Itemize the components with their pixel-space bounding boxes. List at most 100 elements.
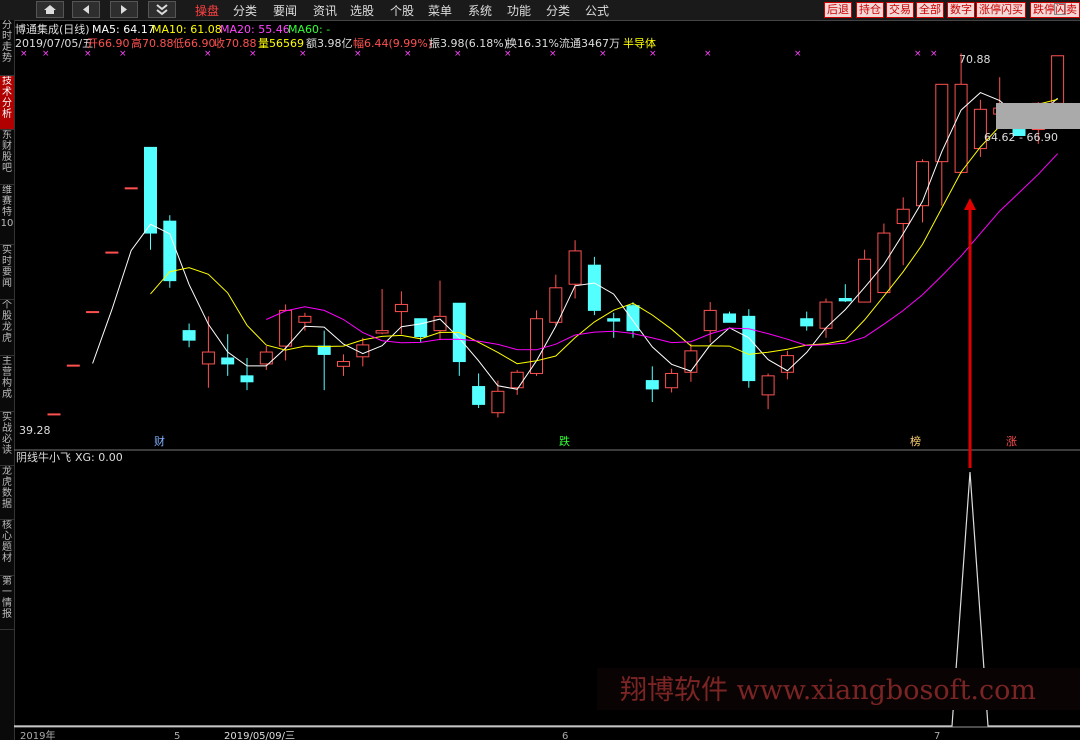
toolbar-button-3[interactable]: 全部	[916, 2, 944, 18]
signal-mark-3: ×	[119, 49, 127, 59]
candle-body	[279, 309, 293, 347]
candle-body	[317, 345, 331, 355]
candle-body	[105, 251, 119, 254]
menu-item-7[interactable]: 系统	[468, 2, 492, 19]
event-marker-1: 跌	[559, 434, 570, 448]
toolbar-button-1[interactable]: 持仓	[856, 2, 884, 18]
signal-mark-16: ×	[914, 49, 922, 59]
watermark-text: 翔博软件 www.xiangbosoft.com	[620, 675, 1036, 706]
toolbar-button-4[interactable]: 数字	[947, 2, 975, 18]
home-icon[interactable]	[36, 1, 64, 18]
left-nav-item-3[interactable]: 维赛特10	[0, 185, 14, 245]
signal-mark-8: ×	[404, 49, 412, 59]
candle-body	[607, 318, 621, 322]
axis-label-3: 6	[562, 731, 568, 740]
event-marker-0: 财	[154, 434, 165, 448]
left-sidebar: 分时走势 技术分析 东财股吧 维赛特10 实时要闻 个股龙虎 主营构成 实战必读 龙虎数据 核心题…	[0, 20, 15, 740]
candle-body	[838, 297, 852, 302]
candle-body	[587, 264, 601, 311]
signal-mark-7: ×	[354, 49, 362, 59]
event-marker-2: 榜	[910, 434, 921, 448]
candle-body	[665, 372, 679, 389]
menu-item-4[interactable]: 选股	[350, 2, 374, 19]
header-sector: 半导体	[623, 36, 656, 50]
left-nav-item-6[interactable]: 主营构成	[0, 356, 14, 412]
toolbar-button-5[interactable]: 涨停闪买	[976, 2, 1026, 18]
signal-mark-1: ×	[42, 49, 50, 59]
candle-body	[124, 187, 138, 190]
header-name: 博通集成(日线)	[15, 22, 90, 36]
forward-arrow-icon[interactable]	[110, 1, 138, 18]
candle-body	[877, 232, 891, 294]
menu-item-1[interactable]: 分类	[233, 2, 257, 19]
double-chevron-down-icon[interactable]	[148, 1, 176, 18]
candle-body	[568, 250, 582, 285]
candle-body	[916, 161, 929, 207]
left-nav-item-8[interactable]: 龙虎数据	[0, 466, 14, 520]
toolbar-button-0[interactable]: 后退	[824, 2, 852, 18]
toolbar-button-2[interactable]: 交易	[886, 2, 914, 18]
candle-body	[298, 315, 312, 323]
menu-item-5[interactable]: 个股	[390, 2, 414, 19]
menu-item-9[interactable]: 分类	[546, 2, 570, 19]
candle-body	[703, 309, 717, 332]
left-nav-item-5[interactable]: 个股龙虎	[0, 300, 14, 356]
menu-item-0[interactable]: 操盘	[195, 2, 219, 19]
signal-mark-10: ×	[504, 49, 512, 59]
header-range: 幅6.44(9.99%)	[353, 37, 432, 50]
candle-body	[684, 350, 698, 373]
header-close: 收70.88	[214, 36, 257, 50]
kline-chart[interactable]: 博通集成(日线) MA5: 64.17 MA10: 61.08 MA20: 55…	[14, 20, 1080, 740]
left-nav-item-4[interactable]: 实时要闻	[0, 245, 14, 300]
header-ma5: MA5: 64.17	[92, 23, 155, 36]
left-nav-item-7[interactable]: 实战必读	[0, 412, 14, 466]
candle-body	[144, 146, 157, 234]
left-nav-item-2[interactable]: 东财股吧	[0, 130, 14, 185]
signal-mark-5: ×	[249, 49, 257, 59]
header-high: 高70.88	[131, 36, 174, 50]
signal-mark-14: ×	[704, 49, 712, 59]
menu-item-6[interactable]: 菜单	[428, 2, 452, 19]
left-nav-item-0[interactable]: 分时走势	[0, 20, 14, 76]
candle-body	[1051, 55, 1065, 104]
menu-item-8[interactable]: 功能	[507, 2, 531, 19]
candle-body	[47, 413, 61, 416]
candle-body	[645, 380, 659, 390]
axis-label-1: 5	[174, 731, 180, 740]
candle-body	[414, 318, 428, 338]
candle-body	[201, 351, 215, 365]
red-arrow-icon	[964, 198, 976, 210]
candle-body	[66, 364, 80, 367]
candle-body	[896, 208, 910, 225]
signal-mark-9: ×	[454, 49, 462, 59]
price-high-label: 70.88	[959, 53, 991, 66]
candle-body	[954, 83, 968, 173]
candle-body	[723, 313, 736, 323]
candle-body	[530, 318, 543, 374]
left-nav-item-1[interactable]: 技术分析	[0, 76, 14, 130]
menu-item-3[interactable]: 资讯	[313, 2, 337, 19]
axis-label-4: 7	[934, 731, 940, 740]
indicator-label: 阴线牛小飞	[16, 450, 71, 464]
candle-body	[86, 311, 100, 314]
back-arrow-icon[interactable]	[72, 1, 100, 18]
signal-mark-4: ×	[204, 49, 212, 59]
candle-body	[375, 330, 389, 334]
price-range-label: 64.62 - 66.90	[984, 131, 1058, 144]
menu-item-2[interactable]: 要闻	[273, 2, 297, 19]
ma20-line	[266, 153, 1058, 351]
signal-mark-2: ×	[84, 49, 92, 59]
header-ma10: MA10: 61.08	[152, 23, 222, 36]
header-turnover: 换16.31%	[506, 36, 559, 50]
left-nav-item-10[interactable]: 第一情报	[0, 576, 14, 630]
date-axis: 2019年 5 2019/05/09/三 6 7	[20, 729, 940, 740]
candle-body	[780, 355, 794, 373]
candle-body	[394, 303, 408, 313]
header-ma60: MA60: -	[288, 23, 330, 36]
left-nav-item-9[interactable]: 核心题材	[0, 520, 14, 576]
window-close-icon[interactable]	[1054, 3, 1066, 15]
candle-body	[337, 361, 350, 367]
candle-body	[240, 375, 254, 383]
menu-item-10[interactable]: 公式	[585, 2, 609, 19]
signal-mark-12: ×	[599, 49, 607, 59]
